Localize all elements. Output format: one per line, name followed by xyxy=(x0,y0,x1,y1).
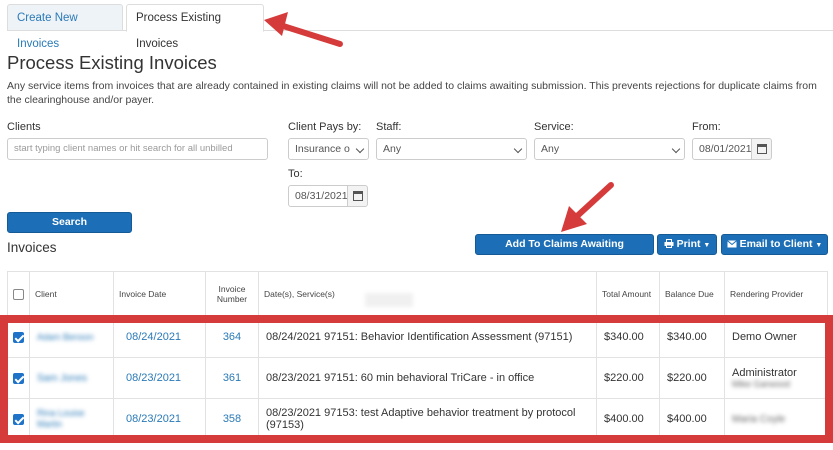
provider-cell: Administrator Mike Garwood xyxy=(724,357,828,399)
envelope-icon xyxy=(726,240,737,248)
column-header-rendering-provider[interactable]: Rendering Provider xyxy=(724,271,828,317)
print-button[interactable]: Print ▼ xyxy=(657,234,717,255)
calendar-icon xyxy=(353,191,363,201)
clients-input[interactable]: start typing client names or hit search … xyxy=(7,138,268,160)
invoice-date-link[interactable]: 08/23/2021 xyxy=(113,357,206,399)
select-all-cell xyxy=(7,271,30,317)
client-link[interactable]: Rina Louise Martin xyxy=(37,408,106,430)
from-label: From: xyxy=(692,121,721,133)
total-amount-cell: $220.00 xyxy=(596,357,660,399)
select-all-checkbox[interactable] xyxy=(13,288,24,300)
table-row[interactable]: Rina Louise Martin 08/23/2021 358 08/23/… xyxy=(7,398,828,440)
from-date-input[interactable]: 08/01/2021 xyxy=(692,138,752,160)
row-select-cell xyxy=(7,398,30,440)
to-label: To: xyxy=(288,168,303,180)
client-pays-label: Client Pays by: xyxy=(288,121,362,133)
row-select-cell xyxy=(7,357,30,399)
client-link[interactable]: Adam Benson xyxy=(37,332,94,343)
table-row[interactable]: Adam Benson 08/24/2021 364 08/24/2021 97… xyxy=(7,316,828,358)
staff-label: Staff: xyxy=(376,121,402,133)
print-label: Print xyxy=(676,238,701,250)
table-row[interactable]: Sam Jones 08/23/2021 361 08/23/2021 9715… xyxy=(7,357,828,399)
search-button[interactable]: Search xyxy=(7,212,132,233)
printer-icon xyxy=(664,239,674,248)
client-cell: Adam Benson xyxy=(29,316,114,358)
service-label: Service: xyxy=(534,121,574,133)
tab-process-existing-invoices[interactable]: Process Existing Invoices xyxy=(126,4,264,50)
chevron-down-icon xyxy=(513,144,523,154)
from-calendar-button[interactable] xyxy=(752,138,772,160)
redaction-smudge xyxy=(365,293,413,307)
total-amount-cell: $400.00 xyxy=(596,398,660,440)
caret-down-icon: ▼ xyxy=(703,242,711,249)
row-checkbox[interactable] xyxy=(13,372,24,384)
calendar-icon xyxy=(757,144,767,154)
page-description: Any service items from invoices that are… xyxy=(7,80,817,106)
tab-create-new-invoices[interactable]: Create New Invoices xyxy=(7,4,123,50)
balance-due-cell: $220.00 xyxy=(659,357,725,399)
email-to-client-button[interactable]: Email to Client ▼ xyxy=(721,234,828,255)
staff-value: Any xyxy=(383,143,402,155)
column-header-dates-services[interactable]: Date(s), Service(s) xyxy=(258,271,597,317)
invoice-date-link[interactable]: 08/24/2021 xyxy=(113,316,206,358)
service-cell: 08/23/2021 97151: 60 min behavioral TriC… xyxy=(258,357,597,399)
client-cell: Sam Jones xyxy=(29,357,114,399)
email-label: Email to Client xyxy=(739,238,813,250)
tab-bar: Create New Invoices Process Existing Inv… xyxy=(7,4,833,50)
invoices-table: Client Invoice Date Invoice Number Date(… xyxy=(7,271,828,440)
chevron-down-icon xyxy=(355,144,365,154)
provider-name: Maria Coyle xyxy=(732,414,786,425)
total-amount-cell: $340.00 xyxy=(596,316,660,358)
caret-down-icon: ▼ xyxy=(815,242,823,249)
invoice-number-link[interactable]: 358 xyxy=(205,398,259,440)
provider-name: Administrator xyxy=(732,367,797,379)
page-title: Process Existing Invoices xyxy=(7,52,217,73)
invoice-number-link[interactable]: 361 xyxy=(205,357,259,399)
column-header-total-amount[interactable]: Total Amount xyxy=(596,271,660,317)
annotation-arrow-icon xyxy=(561,182,614,232)
row-select-cell xyxy=(7,316,30,358)
staff-select[interactable]: Any xyxy=(376,138,527,160)
row-checkbox[interactable] xyxy=(13,413,24,425)
to-calendar-button[interactable] xyxy=(348,185,368,207)
invoices-title: Invoices xyxy=(7,240,57,255)
add-to-claims-button[interactable]: Add To Claims Awaiting Submission xyxy=(475,234,654,269)
invoice-number-link[interactable]: 364 xyxy=(205,316,259,358)
column-header-balance-due[interactable]: Balance Due xyxy=(659,271,725,317)
client-link[interactable]: Sam Jones xyxy=(37,373,87,384)
to-date-input[interactable]: 08/31/2021 xyxy=(288,185,348,207)
provider-cell: Demo Owner xyxy=(724,316,828,358)
service-select[interactable]: Any xyxy=(534,138,685,160)
column-header-invoice-date[interactable]: Invoice Date xyxy=(113,271,206,317)
column-header-client[interactable]: Client xyxy=(29,271,114,317)
row-checkbox[interactable] xyxy=(13,331,24,343)
client-pays-select[interactable]: Insurance o xyxy=(288,138,369,160)
chevron-down-icon xyxy=(671,144,681,154)
service-cell: 08/24/2021 97151: Behavior Identificatio… xyxy=(258,316,597,358)
client-cell: Rina Louise Martin xyxy=(29,398,114,440)
service-cell: 08/23/2021 97153: test Adaptive behavior… xyxy=(258,398,597,440)
balance-due-cell: $340.00 xyxy=(659,316,725,358)
invoice-date-link[interactable]: 08/23/2021 xyxy=(113,398,206,440)
provider-sub-name: Mike Garwood xyxy=(732,379,791,389)
client-pays-value: Insurance o xyxy=(295,143,350,155)
table-header-row: Client Invoice Date Invoice Number Date(… xyxy=(7,271,828,317)
clients-label: Clients xyxy=(7,121,41,133)
provider-cell: Maria Coyle xyxy=(724,398,828,440)
service-value: Any xyxy=(541,143,560,155)
balance-due-cell: $400.00 xyxy=(659,398,725,440)
column-header-invoice-number[interactable]: Invoice Number xyxy=(205,271,259,317)
